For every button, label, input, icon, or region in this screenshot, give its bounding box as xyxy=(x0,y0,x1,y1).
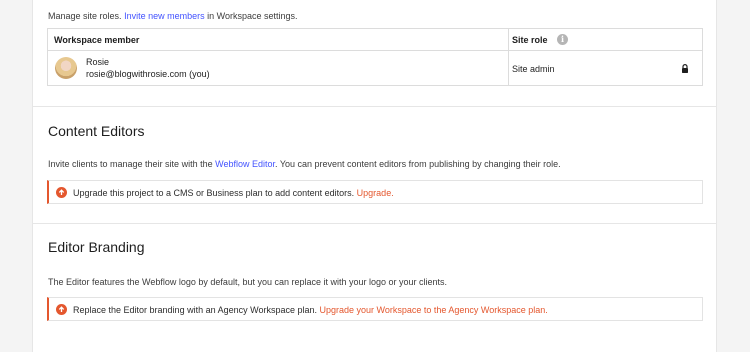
content-editors-notice: Upgrade this project to a CMS or Busines… xyxy=(47,180,703,204)
table-row: Rosie rosie@blogwithrosie.com (you) Site… xyxy=(48,51,702,86)
upgrade-workspace-link[interactable]: Upgrade your Workspace to the Agency Wor… xyxy=(320,305,548,315)
arrow-up-circle-icon xyxy=(56,304,67,315)
section-divider xyxy=(33,223,716,224)
site-settings-panel: Manage site roles. Invite new members in… xyxy=(32,0,717,352)
members-intro: Manage site roles. Invite new members in… xyxy=(48,11,297,21)
content-editors-title: Content Editors xyxy=(48,123,145,139)
members-intro-text: Manage site roles. xyxy=(48,11,122,21)
column-header-member: Workspace member xyxy=(54,35,140,45)
section-divider xyxy=(33,106,716,107)
editor-branding-notice: Replace the Editor branding with an Agen… xyxy=(47,297,703,321)
table-header: Workspace member Site role i xyxy=(48,29,702,51)
editor-branding-notice-text: Replace the Editor branding with an Agen… xyxy=(73,305,548,315)
upgrade-link[interactable]: Upgrade. xyxy=(357,188,394,198)
invite-members-link[interactable]: Invite new members xyxy=(124,11,205,21)
member-role: Site admin xyxy=(512,64,555,74)
editor-branding-desc: The Editor features the Webflow logo by … xyxy=(48,277,448,287)
member-name: Rosie xyxy=(86,57,110,67)
content-editors-notice-text: Upgrade this project to a CMS or Busines… xyxy=(73,188,394,198)
webflow-editor-link[interactable]: Webflow Editor xyxy=(215,159,275,169)
members-intro-suffix: in Workspace settings. xyxy=(207,11,298,21)
notice-message: Replace the Editor branding with an Agen… xyxy=(73,305,317,315)
content-editors-desc-suffix: . You can prevent content editors from p… xyxy=(274,159,561,169)
member-email: rosie@blogwithrosie.com (you) xyxy=(86,69,210,79)
lock-icon xyxy=(682,64,688,73)
arrow-up-circle-icon xyxy=(56,187,67,198)
content-editors-desc: Invite clients to manage their site with… xyxy=(48,159,561,169)
avatar xyxy=(55,57,77,79)
content-editors-desc-prefix: Invite clients to manage their site with… xyxy=(48,159,213,169)
members-table: Workspace member Site role i Rosie rosie… xyxy=(47,28,703,86)
notice-message: Upgrade this project to a CMS or Busines… xyxy=(73,188,355,198)
column-header-role: Site role xyxy=(512,35,548,45)
info-icon[interactable]: i xyxy=(557,34,568,45)
editor-branding-title: Editor Branding xyxy=(48,239,145,255)
